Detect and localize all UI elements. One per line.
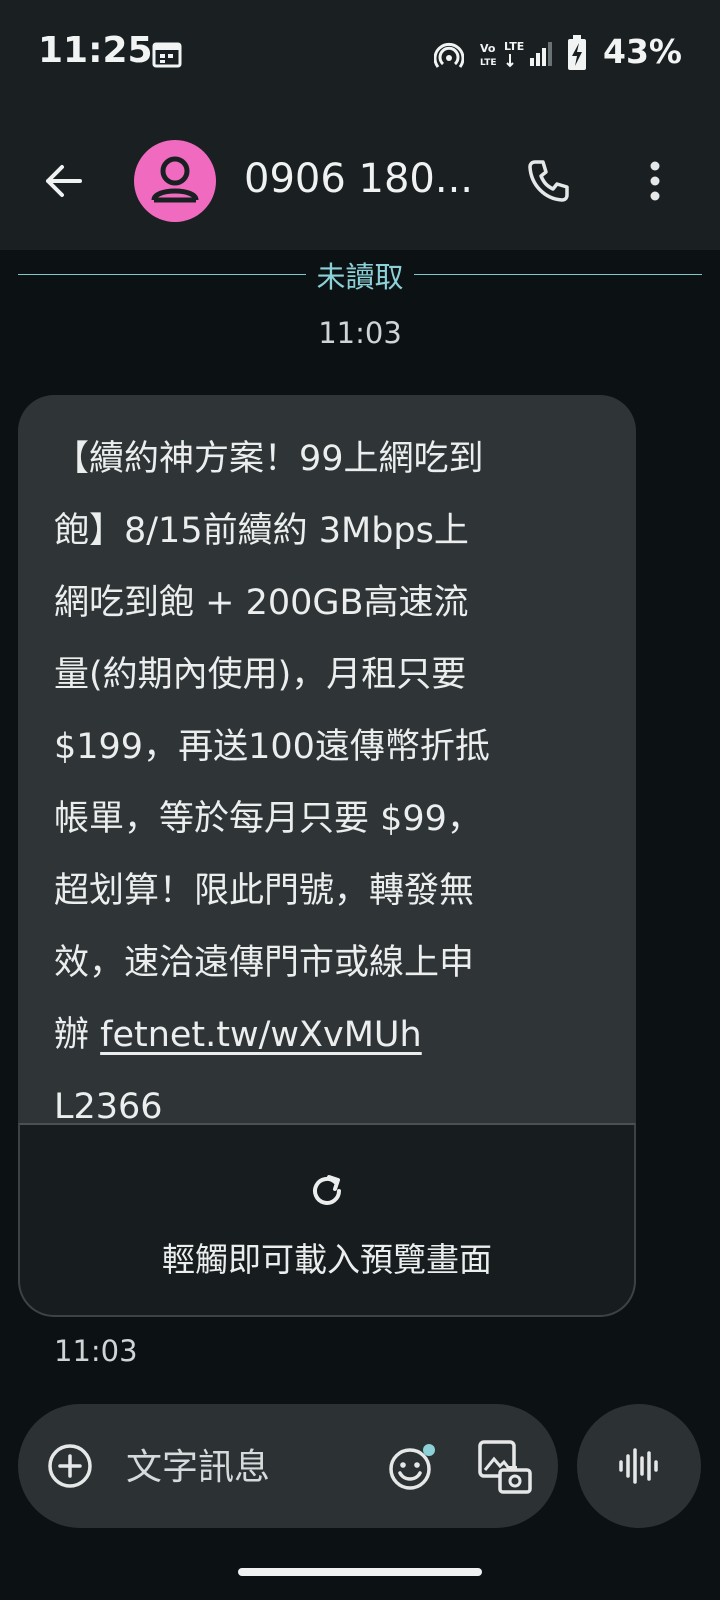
battery-percent: 43% xyxy=(603,32,682,71)
conversation-app-bar: 0906 180... xyxy=(0,112,720,250)
message-bubble[interactable]: 【續約神方案！99上網吃到 飽】8/15前續約 3Mbps上 網吃到飽 + 20… xyxy=(18,395,636,1317)
svg-text:LTE: LTE xyxy=(504,40,524,53)
message-line: 效，速洽遠傳門市或線上申 xyxy=(54,943,475,983)
unread-label: 未讀取 xyxy=(306,260,414,294)
home-indicator[interactable] xyxy=(238,1568,482,1576)
battery-charging-icon xyxy=(568,35,586,70)
message-line: $199，再送100遠傳幣折抵 xyxy=(54,727,490,767)
status-time: 11:25 xyxy=(38,30,153,71)
message-line: 帳單，等於每月只要 $99， xyxy=(54,799,482,839)
more-options-icon[interactable] xyxy=(640,158,670,204)
phone-call-icon[interactable] xyxy=(525,158,571,204)
message-line: 飽】8/15前續約 3Mbps上 xyxy=(54,511,469,551)
message-link[interactable]: fetnet.tw/wXvMUh xyxy=(100,1015,422,1055)
svg-text:Vo: Vo xyxy=(480,42,496,55)
message-timestamp: 11:03 xyxy=(54,1334,138,1368)
status-bar: 11:25 Vo LTE LTE 43% xyxy=(0,0,720,112)
gallery-camera-icon[interactable] xyxy=(476,1438,534,1496)
compose-bar xyxy=(18,1404,558,1528)
person-icon xyxy=(151,156,199,203)
unread-divider: 未讀取 xyxy=(18,254,702,294)
add-attachment-icon[interactable] xyxy=(46,1442,94,1490)
svg-text:LTE: LTE xyxy=(480,58,497,68)
message-line: 辦 xyxy=(54,1015,101,1055)
microphone-waveform-icon xyxy=(619,1448,658,1484)
preview-label: 輕觸即可載入預覽畫面 xyxy=(162,1240,492,1279)
volte-icon: Vo LTE xyxy=(480,42,497,68)
conversation-timestamp: 11:03 xyxy=(318,316,402,350)
message-text: 【續約神方案！99上網吃到 飽】8/15前續約 3Mbps上 網吃到飽 + 20… xyxy=(54,423,614,1143)
message-line: 網吃到飽 + 200GB高速流 xyxy=(54,583,469,623)
calendar-icon xyxy=(152,42,182,68)
message-code: L2366 xyxy=(54,1087,163,1127)
hotspot-icon xyxy=(434,42,464,68)
lte-signal-icon: LTE xyxy=(504,40,552,68)
contact-name[interactable]: 0906 180... xyxy=(244,156,473,202)
message-line: 量(約期內使用)，月租只要 xyxy=(54,655,467,695)
contact-avatar[interactable] xyxy=(134,140,216,222)
voice-message-button[interactable] xyxy=(577,1404,701,1528)
message-input[interactable] xyxy=(124,1434,358,1500)
back-arrow-icon[interactable] xyxy=(38,156,88,206)
message-line: 超划算！限此門號，轉發無 xyxy=(54,871,475,911)
emoji-icon[interactable] xyxy=(386,1440,440,1494)
message-line: 【續約神方案！99上網吃到 xyxy=(54,439,484,479)
refresh-icon xyxy=(313,1175,341,1205)
link-preview-button[interactable]: 輕觸即可載入預覽畫面 xyxy=(18,1123,636,1317)
